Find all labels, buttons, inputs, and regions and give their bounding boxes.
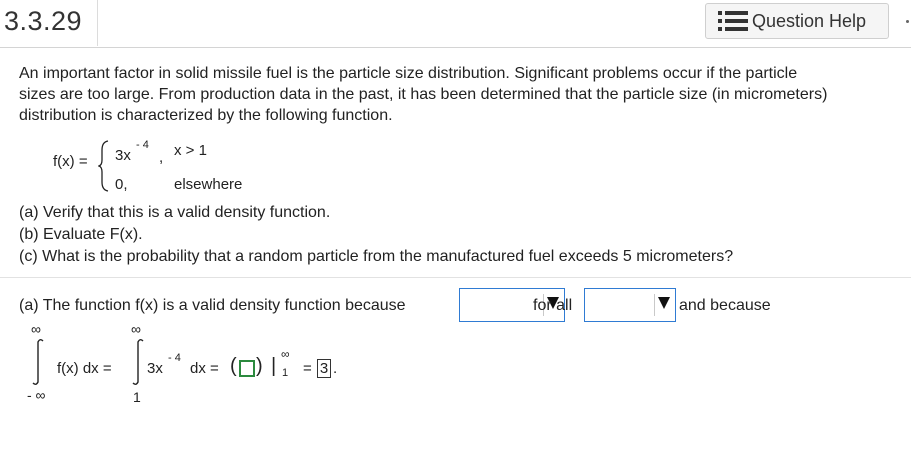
more-options-icon[interactable]: [906, 20, 909, 23]
case1-condition: x > 1: [174, 142, 207, 159]
integral-sign-icon: [32, 339, 44, 385]
answer-a-text-middle: for all: [533, 297, 573, 314]
answer-a-text-before: (a) The function f(x) is a valid density…: [19, 297, 406, 314]
integral2-dx: dx =: [190, 360, 219, 377]
dropdown-arrow-icon: [658, 297, 670, 309]
question-help-button[interactable]: Question Help: [705, 3, 889, 39]
integral2-lower-limit: 1: [133, 389, 141, 405]
evaluation-lower-limit: 1: [282, 367, 289, 379]
intro-line-1: An important factor in solid missile fue…: [19, 65, 798, 82]
integral1-lower-limit: - ∞: [27, 387, 46, 403]
question-help-label: Question Help: [752, 10, 867, 31]
dropdown-2-divider: [654, 294, 655, 316]
case2-value: 0,: [115, 176, 128, 193]
equals-sign: =: [303, 360, 312, 377]
problem-number: 3.3.29: [4, 6, 83, 36]
answer-a-text-after: and because: [679, 297, 771, 314]
case1-comma: ,: [159, 149, 164, 166]
question-a: (a) Verify that this is a valid density …: [19, 204, 331, 221]
evaluation-bar: |: [271, 355, 277, 377]
integral1-expression: f(x) dx =: [57, 360, 112, 377]
result-period: .: [333, 360, 338, 377]
question-b: (b) Evaluate F(x).: [19, 226, 143, 243]
answer-dropdown-2[interactable]: [584, 288, 676, 322]
intro-line-2: sizes are too large. From production dat…: [19, 86, 828, 103]
intro-line-3: distribution is characterized by the fol…: [19, 107, 393, 124]
integral-sign-icon: [132, 339, 144, 385]
question-c: (c) What is the probability that a rando…: [19, 248, 734, 265]
case2-condition: elsewhere: [174, 176, 243, 193]
function-lhs: f(x) =: [53, 153, 88, 170]
open-paren: (: [230, 355, 237, 377]
antiderivative-input[interactable]: [239, 360, 255, 377]
answer-separator: [0, 277, 911, 278]
integral2-exponent: - 4: [168, 352, 181, 364]
evaluation-upper-limit: ∞: [281, 347, 290, 361]
case1-coef: 3x: [115, 147, 131, 164]
integral1-upper-limit: ∞: [31, 321, 41, 337]
integral2-upper-limit: ∞: [131, 321, 141, 337]
list-icon: [718, 11, 748, 31]
close-paren: ): [256, 355, 263, 377]
header-separator: [0, 47, 911, 48]
result-value: 3: [317, 359, 331, 378]
integral2-coef: 3x: [147, 360, 163, 377]
header-divider: [97, 0, 98, 46]
left-brace: [98, 140, 109, 192]
case1-exponent: - 4: [136, 139, 149, 151]
